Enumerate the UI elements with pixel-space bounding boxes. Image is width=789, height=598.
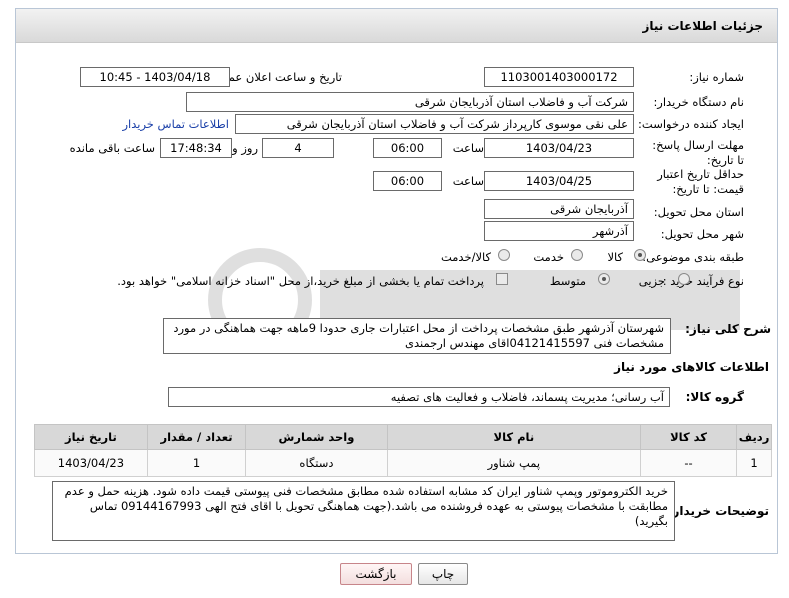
goods-group-label: گروه کالا: [685,390,744,404]
validity-time-label: ساعت [452,174,484,188]
treasury-note: پرداخت تمام یا بخشی از مبلغ خرید،از محل … [117,274,484,288]
category-radio-goods-service[interactable] [498,249,510,261]
category-radio-service[interactable] [571,249,583,261]
process-label: نوع فرآیند خرید : [662,274,744,288]
remaining-time-field: 17:48:34 [160,138,232,158]
category-radio-goods[interactable] [634,249,646,261]
validity-time-field: 06:00 [373,171,442,191]
city-field: آذرشهر [484,221,634,241]
process-radio-minor[interactable] [678,273,690,285]
buyer-org-label: نام دستگاه خریدار: [653,95,744,109]
requester-field: علی نقی موسوی کارپرداز شرکت آب و فاضلاب … [235,114,634,134]
province-field: آذربایجان شرقی [484,199,634,219]
category-label: طبقه بندی موضوعی: [642,250,744,264]
price-validity-label: حداقل تاریخ اعتبار قیمت: تا تاریخ: [657,167,744,196]
row-index: 1 [736,449,772,477]
buyer-contact-link[interactable]: اطلاعات تماس خریدار [122,117,229,131]
row-qty: 1 [146,449,247,477]
days-label: روز و [232,141,258,155]
remaining-days-field: 4 [262,138,334,158]
reply-time-label: ساعت [452,141,484,155]
reply-time-field: 06:00 [373,138,442,158]
buyer-notes-field: خرید الکتروموتور وپمپ شناور ایران کد مشا… [52,481,675,541]
description-field: شهرستان آذرشهر طبق مشخصات پرداخت از محل … [163,318,671,354]
need-number-label: شماره نیاز: [689,70,744,84]
col-qty: تعداد / مقدار [146,424,247,450]
remaining-label: ساعت باقی مانده [69,141,155,155]
description-label: شرح کلی نیاز: [685,322,771,336]
print-button[interactable]: چاپ [418,563,468,585]
requester-label: ایجاد کننده درخواست: [638,117,744,131]
category-service-label: خدمت [533,250,564,264]
need-number-field: 1103001403000172 [484,67,634,87]
category-goods-label: کالا [607,250,623,264]
col-date: تاریخ نیاز [34,424,148,450]
goods-table: ردیف کد کالا نام کالا واحد شمارش تعداد /… [34,424,772,477]
col-index: ردیف [736,424,772,450]
goods-table-header: ردیف کد کالا نام کالا واحد شمارش تعداد /… [34,424,772,450]
goods-group-field: آب رسانی؛ مدیریت پسماند، فاضلاب و فعالیت… [168,387,670,407]
page-title: جزئیات اطلاعات نیاز [642,19,763,33]
validity-date-field: 1403/04/25 [484,171,634,191]
buyer-notes-label: توضیحات خریدار: [667,504,769,518]
page-header: جزئیات اطلاعات نیاز [16,9,777,43]
process-radio-medium[interactable] [598,273,610,285]
row-date: 1403/04/23 [34,449,148,477]
col-code: کد کالا [639,424,738,450]
category-goods-service-label: کالا/خدمت [440,250,491,264]
province-label: استان محل تحویل: [653,205,744,219]
goods-section-title: اطلاعات کالاهای مورد نیاز [614,360,769,374]
back-button[interactable]: بازگشت [340,563,412,585]
buyer-org-field: شرکت آب و فاضلاب استان آذربایجان شرقی [186,92,634,112]
col-unit: واحد شمارش [245,424,388,450]
row-name: پمپ شناور [386,449,641,477]
col-name: نام کالا [386,424,641,450]
row-code: -- [639,449,738,477]
process-minor-label: جزیی [638,274,665,288]
city-label: شهر محل تحویل: [660,227,744,241]
reply-date-field: 1403/04/23 [484,138,634,158]
announce-datetime-field: 1403/04/18 - 10:45 [80,67,230,87]
row-unit: دستگاه [245,449,388,477]
process-medium-label: متوسط [549,274,586,288]
reply-deadline-label: مهلت ارسال پاسخ: تا تاریخ: [652,138,744,167]
treasury-checkbox[interactable] [496,273,508,285]
table-row: 1 -- پمپ شناور دستگاه 1 1403/04/23 [34,449,772,477]
